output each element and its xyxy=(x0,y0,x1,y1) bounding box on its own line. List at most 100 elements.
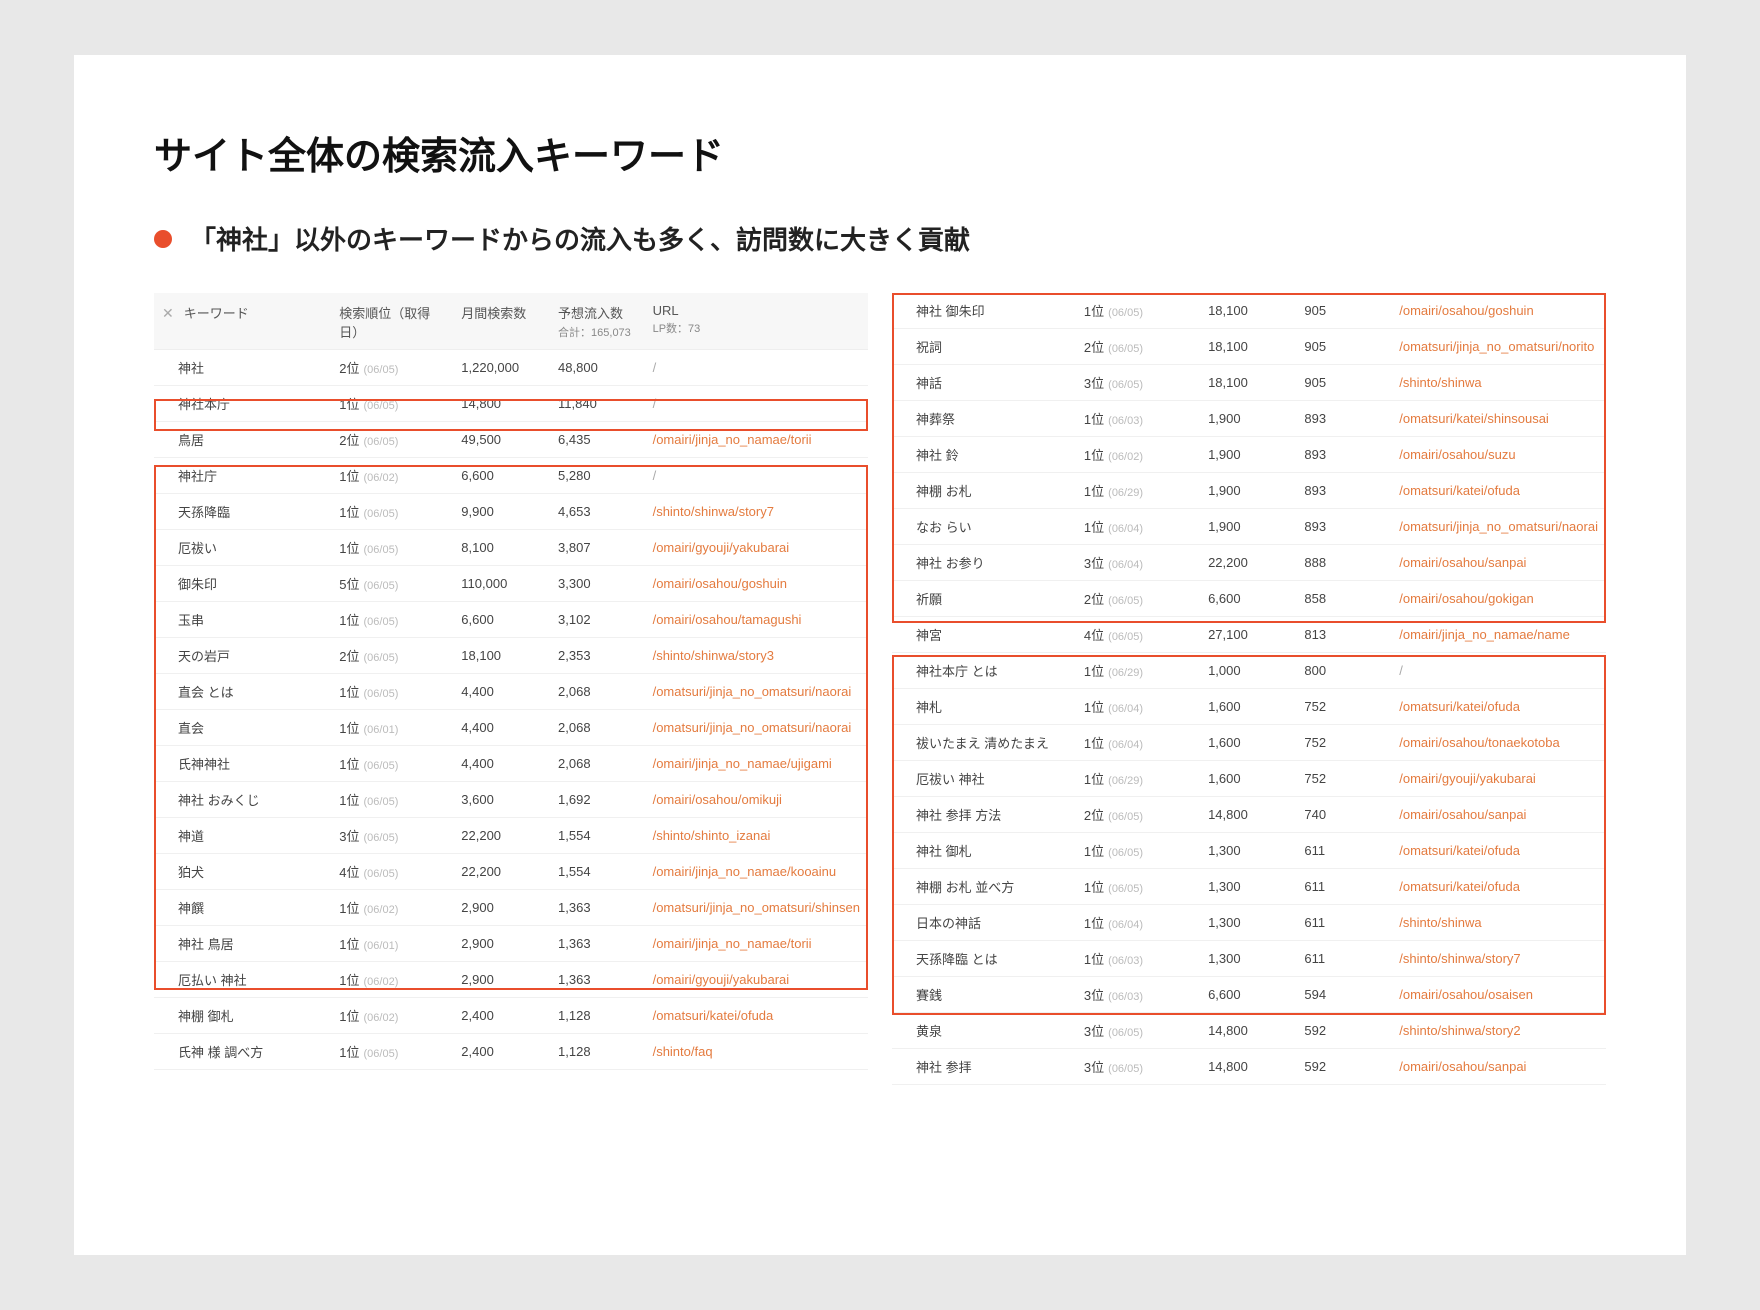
url-link[interactable]: /shinto/shinwa xyxy=(1399,915,1481,930)
table-row[interactable]: 神社2位(06/05)1,220,00048,800/ xyxy=(154,350,868,386)
table-row[interactable]: なお らい1位(06/04)1,900893/omatsuri/jinja_no… xyxy=(892,509,1606,545)
url-link[interactable]: /omairi/jinja_no_namae/kooainu xyxy=(653,864,837,879)
rank-cell: 3位(06/05) xyxy=(1076,1013,1200,1049)
table-row[interactable]: 祓いたまえ 清めたまえ1位(06/04)1,600752/omairi/osah… xyxy=(892,725,1606,761)
bullet-row: 「神社」以外のキーワードからの流入も多く、訪問数に大きく貢献 xyxy=(154,220,1606,257)
table-row[interactable]: 神棚 お札 並べ方1位(06/05)1,300611/omatsuri/kate… xyxy=(892,869,1606,905)
volume-cell: 1,600 xyxy=(1200,725,1296,761)
url-link[interactable]: /shinto/shinwa/story3 xyxy=(653,648,774,663)
table-row[interactable]: 神社 鈴1位(06/02)1,900893/omairi/osahou/suzu xyxy=(892,437,1606,473)
table-row[interactable]: 神社 おみくじ1位(06/05)3,6001,692/omairi/osahou… xyxy=(154,782,868,818)
url-link[interactable]: /omairi/osahou/tamagushi xyxy=(653,612,802,627)
table-row[interactable]: 鳥居2位(06/05)49,5006,435/omairi/jinja_no_n… xyxy=(154,422,868,458)
table-row[interactable]: 神社本庁1位(06/05)14,80011,840/ xyxy=(154,386,868,422)
table-row[interactable]: 厄払い 神社1位(06/02)2,9001,363/omairi/gyouji/… xyxy=(154,962,868,998)
url-link[interactable]: /omairi/osahou/sanpai xyxy=(1399,555,1526,570)
table-row[interactable]: 天孫降臨 とは1位(06/03)1,300611/shinto/shinwa/s… xyxy=(892,941,1606,977)
url-link[interactable]: /omairi/osahou/goshuin xyxy=(1399,303,1533,318)
table-row[interactable]: 神社 御朱印1位(06/05)18,100905/omairi/osahou/g… xyxy=(892,293,1606,329)
table-row[interactable]: 玉串1位(06/05)6,6003,102/omairi/osahou/tama… xyxy=(154,602,868,638)
url-link[interactable]: /omairi/jinja_no_namae/torii xyxy=(653,432,812,447)
url-link[interactable]: /omatsuri/katei/ofuda xyxy=(653,1008,774,1023)
keyword-cell: 御朱印 xyxy=(154,566,331,602)
table-row[interactable]: 神話3位(06/05)18,100905/shinto/shinwa xyxy=(892,365,1606,401)
url-link[interactable]: /omatsuri/jinja_no_omatsuri/naorai xyxy=(653,720,852,735)
table-row[interactable]: 天の岩戸2位(06/05)18,1002,353/shinto/shinwa/s… xyxy=(154,638,868,674)
col-keyword[interactable]: ✕キーワード xyxy=(154,293,331,350)
keyword-cell: 狛犬 xyxy=(154,854,331,890)
table-row[interactable]: 氏神神社1位(06/05)4,4002,068/omairi/jinja_no_… xyxy=(154,746,868,782)
url-link[interactable]: /omairi/jinja_no_namae/torii xyxy=(653,936,812,951)
table-row[interactable]: 神葬祭1位(06/03)1,900893/omatsuri/katei/shin… xyxy=(892,401,1606,437)
table-row[interactable]: 神社 参拝 方法2位(06/05)14,800740/omairi/osahou… xyxy=(892,797,1606,833)
table-row[interactable]: 神棚 御札1位(06/02)2,4001,128/omatsuri/katei/… xyxy=(154,998,868,1034)
table-row[interactable]: 祈願2位(06/05)6,600858/omairi/osahou/gokiga… xyxy=(892,581,1606,617)
rank-cell: 2位(06/05) xyxy=(1076,581,1200,617)
url-link[interactable]: /omairi/osahou/omikuji xyxy=(653,792,782,807)
url-link[interactable]: /omairi/jinja_no_namae/name xyxy=(1399,627,1570,642)
table-row[interactable]: 狛犬4位(06/05)22,2001,554/omairi/jinja_no_n… xyxy=(154,854,868,890)
table-row[interactable]: 日本の神話1位(06/04)1,300611/shinto/shinwa xyxy=(892,905,1606,941)
table-row[interactable]: 神社 参拝3位(06/05)14,800592/omairi/osahou/sa… xyxy=(892,1049,1606,1085)
keyword-cell: 厄払い 神社 xyxy=(154,962,331,998)
table-row[interactable]: 賽銭3位(06/03)6,600594/omairi/osahou/osaise… xyxy=(892,977,1606,1013)
close-icon[interactable]: ✕ xyxy=(162,305,174,321)
table-row[interactable]: 神饌1位(06/02)2,9001,363/omatsuri/jinja_no_… xyxy=(154,890,868,926)
table-row[interactable]: 厄祓い 神社1位(06/29)1,600752/omairi/gyouji/ya… xyxy=(892,761,1606,797)
url-link[interactable]: /omairi/osahou/tonaekotoba xyxy=(1399,735,1559,750)
url-link[interactable]: /omairi/jinja_no_namae/ujigami xyxy=(653,756,832,771)
estimate-cell: 2,068 xyxy=(550,674,645,710)
table-row[interactable]: 直会1位(06/01)4,4002,068/omatsuri/jinja_no_… xyxy=(154,710,868,746)
col-volume[interactable]: 月間検索数 xyxy=(453,293,550,350)
table-row[interactable]: 神道3位(06/05)22,2001,554/shinto/shinto_iza… xyxy=(154,818,868,854)
url-cell: /omairi/gyouji/yakubarai xyxy=(1391,761,1606,797)
url-link[interactable]: /shinto/shinto_izanai xyxy=(653,828,771,843)
table-row[interactable]: 神社庁1位(06/02)6,6005,280/ xyxy=(154,458,868,494)
table-row[interactable]: 神札1位(06/04)1,600752/omatsuri/katei/ofuda xyxy=(892,689,1606,725)
table-row[interactable]: 厄祓い1位(06/05)8,1003,807/omairi/gyouji/yak… xyxy=(154,530,868,566)
url-link[interactable]: /omairi/osahou/gokigan xyxy=(1399,591,1533,606)
url-link[interactable]: /shinto/shinwa/story7 xyxy=(1399,951,1520,966)
url-link[interactable]: /omatsuri/katei/ofuda xyxy=(1399,483,1520,498)
table-row[interactable]: 神社本庁 とは1位(06/29)1,000800/ xyxy=(892,653,1606,689)
url-link[interactable]: /shinto/shinwa xyxy=(1399,375,1481,390)
url-link[interactable]: /omairi/gyouji/yakubarai xyxy=(653,972,790,987)
table-row[interactable]: 黄泉3位(06/05)14,800592/shinto/shinwa/story… xyxy=(892,1013,1606,1049)
url-link[interactable]: /omatsuri/jinja_no_omatsuri/naorai xyxy=(653,684,852,699)
table-row[interactable]: 神宮4位(06/05)27,100813/omairi/jinja_no_nam… xyxy=(892,617,1606,653)
table-row[interactable]: 神社 御札1位(06/05)1,300611/omatsuri/katei/of… xyxy=(892,833,1606,869)
url-link[interactable]: /omatsuri/jinja_no_omatsuri/shinsen xyxy=(653,900,860,915)
table-row[interactable]: 神社 鳥居1位(06/01)2,9001,363/omairi/jinja_no… xyxy=(154,926,868,962)
url-link[interactable]: /omairi/osahou/goshuin xyxy=(653,576,787,591)
url-link[interactable]: /shinto/shinwa/story7 xyxy=(653,504,774,519)
table-row[interactable]: 神棚 お札1位(06/29)1,900893/omatsuri/katei/of… xyxy=(892,473,1606,509)
url-link[interactable]: /omatsuri/katei/ofuda xyxy=(1399,879,1520,894)
url-link[interactable]: /shinto/faq xyxy=(653,1044,713,1059)
url-link[interactable]: /omairi/osahou/sanpai xyxy=(1399,807,1526,822)
volume-cell: 22,200 xyxy=(1200,545,1296,581)
table-row[interactable]: 直会 とは1位(06/05)4,4002,068/omatsuri/jinja_… xyxy=(154,674,868,710)
url-link[interactable]: /omatsuri/katei/ofuda xyxy=(1399,699,1520,714)
table-row[interactable]: 御朱印5位(06/05)110,0003,300/omairi/osahou/g… xyxy=(154,566,868,602)
url-link[interactable]: /omairi/gyouji/yakubarai xyxy=(1399,771,1536,786)
url-link[interactable]: /omairi/osahou/suzu xyxy=(1399,447,1515,462)
url-link[interactable]: /shinto/shinwa/story2 xyxy=(1399,1023,1520,1038)
url-link[interactable]: /omatsuri/jinja_no_omatsuri/norito xyxy=(1399,339,1594,354)
url-link[interactable]: /omairi/osahou/osaisen xyxy=(1399,987,1533,1002)
url-link[interactable]: /omairi/osahou/sanpai xyxy=(1399,1059,1526,1074)
rank-cell: 1位(06/01) xyxy=(331,926,453,962)
table-row[interactable]: 天孫降臨1位(06/05)9,9004,653/shinto/shinwa/st… xyxy=(154,494,868,530)
table-row[interactable]: 氏神 様 調べ方1位(06/05)2,4001,128/shinto/faq xyxy=(154,1034,868,1070)
col-est[interactable]: 予想流入数合計：165,073 xyxy=(550,293,645,350)
col-url[interactable]: URLLP数：73 xyxy=(645,293,868,350)
table-row[interactable]: 祝詞2位(06/05)18,100905/omatsuri/jinja_no_o… xyxy=(892,329,1606,365)
url-link[interactable]: /omatsuri/katei/ofuda xyxy=(1399,843,1520,858)
url-link[interactable]: /omatsuri/jinja_no_omatsuri/naorai xyxy=(1399,519,1598,534)
table-row[interactable]: 神社 お参り3位(06/04)22,200888/omairi/osahou/s… xyxy=(892,545,1606,581)
url-cell: /omairi/jinja_no_namae/kooainu xyxy=(645,854,868,890)
rank-cell: 1位(06/05) xyxy=(1076,293,1200,329)
col-rank[interactable]: 検索順位（取得日） xyxy=(331,293,453,350)
rank-cell: 2位(06/05) xyxy=(331,638,453,674)
url-link[interactable]: /omairi/gyouji/yakubarai xyxy=(653,540,790,555)
url-link[interactable]: /omatsuri/katei/shinsousai xyxy=(1399,411,1549,426)
